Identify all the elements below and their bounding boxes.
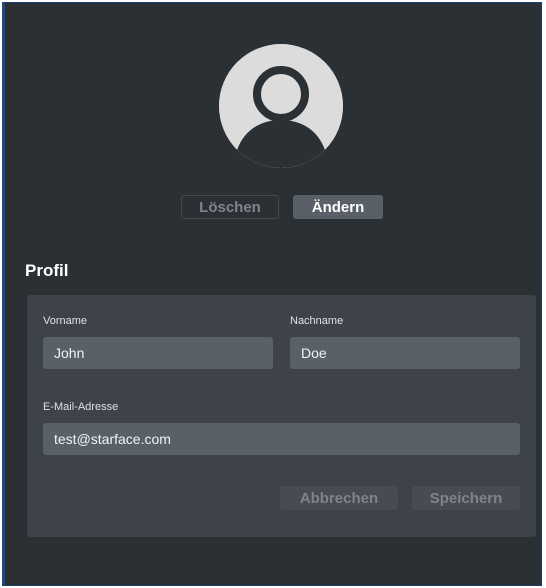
save-button[interactable]: Speichern (412, 486, 520, 510)
first-name-label: Vorname (43, 315, 88, 327)
section-title-profile: Profil (25, 261, 69, 280)
last-name-input[interactable] (290, 337, 520, 369)
cancel-button[interactable]: Abbrechen (280, 486, 398, 510)
profile-card: Vorname Nachname E-Mail-Adresse Abbreche… (27, 295, 536, 537)
first-name-input[interactable] (43, 337, 273, 369)
user-silhouette-icon (219, 44, 343, 168)
delete-avatar-button[interactable]: Löschen (181, 195, 279, 219)
avatar (219, 44, 343, 168)
email-input[interactable] (43, 423, 520, 455)
change-avatar-button[interactable]: Ändern (293, 195, 383, 219)
profile-window: Löschen Ändern Profil Vorname Nachname E… (2, 2, 542, 586)
last-name-label: Nachname (290, 315, 344, 327)
email-label: E-Mail-Adresse (43, 401, 119, 413)
